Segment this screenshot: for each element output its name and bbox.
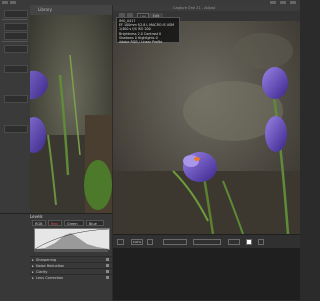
tool-control[interactable] [4,10,28,18]
checkbox[interactable] [106,270,109,273]
tool-control[interactable] [4,65,28,73]
library-window-title[interactable]: Library [30,5,112,15]
channel-tab-rgb[interactable]: RGB [32,220,46,226]
viewer-title: Capture One 21 - Adjust [173,6,216,10]
tool-control[interactable] [4,95,28,103]
list-item[interactable]: ▸ Lens Correction [30,274,112,281]
tool-control[interactable] [4,23,28,31]
levels-slider[interactable] [34,249,108,252]
checkbox[interactable] [106,276,109,279]
window-button[interactable] [280,1,286,4]
fit-icon[interactable] [147,239,153,245]
divider [2,41,28,42]
tool-control[interactable] [4,32,28,40]
tool-control[interactable] [4,45,28,53]
tool-group[interactable] [228,239,240,245]
divider [2,19,28,20]
filmstrip-area [113,248,300,300]
compare-icon[interactable] [258,239,264,245]
window-button[interactable] [2,1,8,4]
zoom-select[interactable]: 100% [131,239,143,245]
main-image-view[interactable] [113,21,300,234]
expand-arrow-icon[interactable]: ▸ [32,275,34,281]
channel-tab-red[interactable]: Red [48,220,62,226]
window-button[interactable] [270,1,276,4]
tool-panel [0,5,31,215]
channel-tab-green[interactable]: Green [64,220,84,226]
checkbox[interactable] [106,264,109,267]
tool-group[interactable] [193,239,221,245]
list-item-label: Lens Correction [36,276,64,280]
library-image-view[interactable] [30,15,112,213]
window-title-text: Library [38,7,52,12]
tool-group[interactable] [163,239,187,245]
crocus-photo-left [30,15,112,213]
image-info-overlay: IMG_0417 EF 100mm f/2.8 L MACRO IS USM 1… [116,17,180,45]
crocus-photo-main [113,21,300,234]
highlight-toggle[interactable] [246,239,252,245]
crop-icon[interactable] [117,239,124,245]
checkbox[interactable] [106,258,109,261]
window-button[interactable] [290,1,296,4]
window-button[interactable] [10,1,16,4]
histogram-graph [34,228,110,250]
tool-control[interactable] [4,125,28,133]
image-toolbar: 100% [113,234,300,249]
channel-tab-blue[interactable]: Blue [86,220,104,226]
info-line: Adobe RGB / Linear Profile [119,40,163,45]
levels-title: Levels [30,214,43,219]
levels-histogram[interactable] [34,228,110,250]
